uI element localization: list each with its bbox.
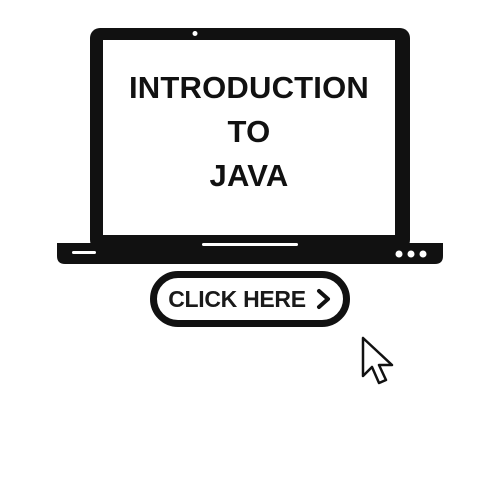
mouse-pointer-icon bbox=[361, 336, 394, 385]
title-line-3: JAVA bbox=[209, 158, 289, 193]
indicator-dot bbox=[395, 250, 403, 258]
canvas: INTRODUCTION TO JAVA CLICK HERE bbox=[0, 0, 500, 500]
title-line-2: TO bbox=[227, 114, 271, 149]
click-here-label: CLICK HERE bbox=[168, 285, 306, 312]
base-slot bbox=[72, 251, 96, 254]
screen-title: INTRODUCTION TO JAVA bbox=[103, 40, 395, 235]
chevron-right-icon bbox=[316, 289, 330, 309]
click-here-button[interactable]: CLICK HERE bbox=[150, 271, 350, 327]
laptop-base bbox=[57, 243, 443, 264]
indicator-dot bbox=[407, 250, 415, 258]
hinge-line bbox=[202, 243, 298, 246]
title-line-1: INTRODUCTION bbox=[128, 70, 370, 105]
indicator-dot bbox=[419, 250, 427, 258]
webcam-dot bbox=[192, 31, 198, 36]
